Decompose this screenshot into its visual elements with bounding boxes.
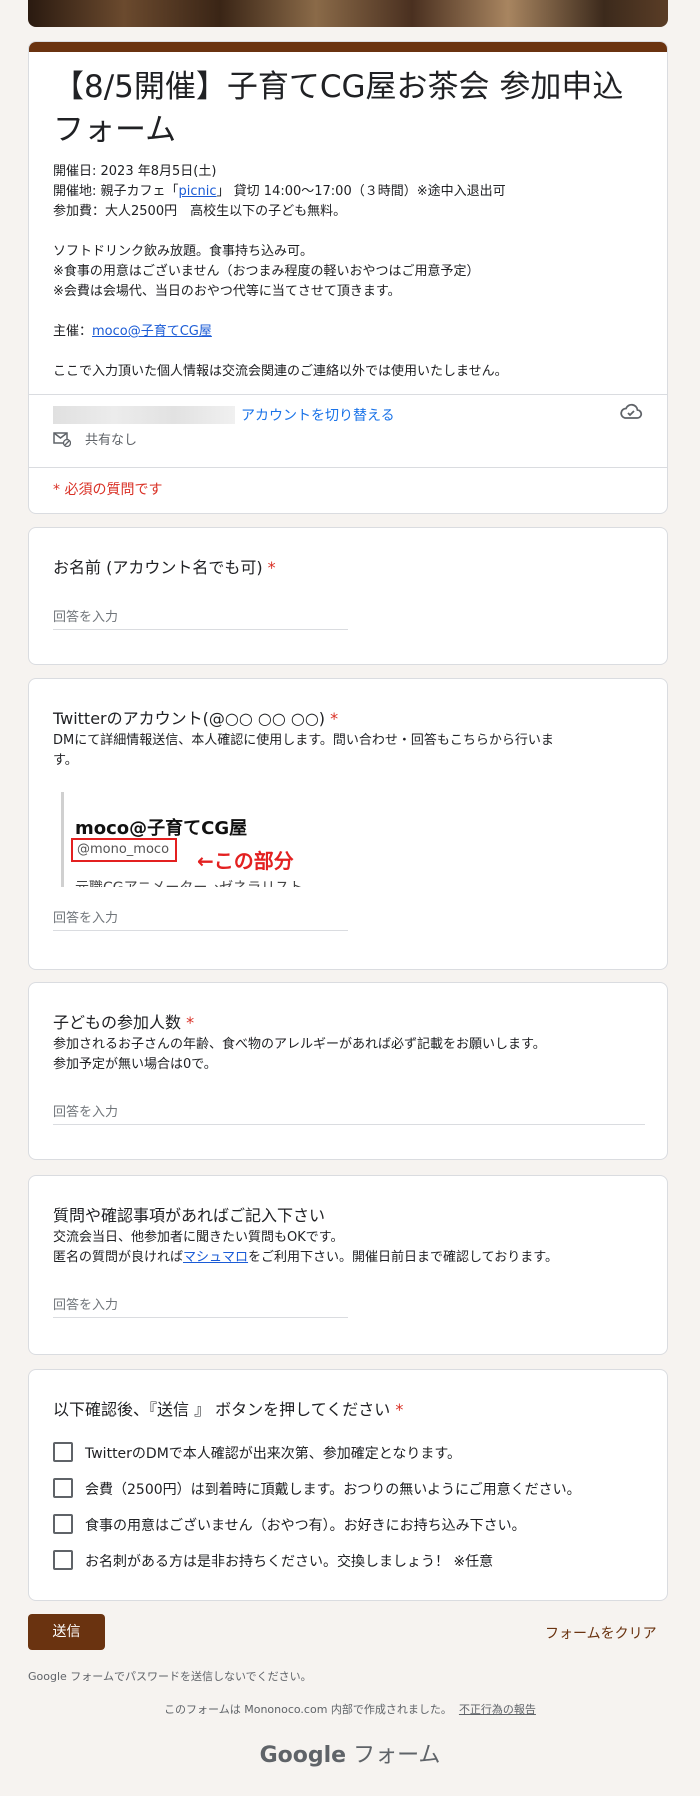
mail-not-shared-icon xyxy=(53,431,72,451)
image-handle-box: @mono_moco xyxy=(71,838,177,862)
answer-input-twitter[interactable]: 回答を入力 xyxy=(53,907,348,931)
password-warning: Google フォームでパスワードを送信しないでください。 xyxy=(28,1670,312,1683)
checkbox[interactable] xyxy=(53,1442,73,1462)
checkbox[interactable] xyxy=(53,1478,73,1498)
checkbox[interactable] xyxy=(53,1550,73,1570)
question-card-twitter: Twitterのアカウント(@○○ ○○ ○○) * DMにて詳細情報送信、本人… xyxy=(28,678,668,970)
made-with-note: このフォームは Mononoco.com 内部で作成されました。 不正行為の報告 xyxy=(164,1703,536,1716)
required-note: * 必須の質問です xyxy=(53,482,163,498)
question-card-questions: 質問や確認事項があればご記入下さい 交流会当日、他参加者に聞きたい質問もOKです… xyxy=(28,1175,668,1355)
organizer-link[interactable]: moco@子育てCG屋 xyxy=(92,324,212,339)
question-description: 交流会当日、他参加者に聞きたい質問もOKです。 匿名の質問が良ければマシュマロを… xyxy=(53,1230,558,1265)
cloud-saved-icon xyxy=(619,402,643,426)
share-status: 共有なし xyxy=(85,433,138,448)
image-profile-name: moco@子育てCG屋 xyxy=(75,818,248,839)
question-title: 子どもの参加人数 * xyxy=(53,1013,195,1032)
question-card-name: お名前 (アカウント名でも可) * 回答を入力 xyxy=(28,527,668,665)
switch-account-link[interactable]: アカウントを切り替える xyxy=(241,405,395,425)
header-banner-image xyxy=(28,0,668,27)
clear-form-button[interactable]: フォームをクリア xyxy=(545,1623,657,1643)
submit-button[interactable]: 送信 xyxy=(28,1614,105,1650)
form-description: 開催日: 2023 年8月5日(土) 開催地: 親子カフェ「picnic」 貸切… xyxy=(53,162,653,382)
image-bio-text: 元職CGアニメーター→ゼネラリスト xyxy=(75,877,303,887)
divider xyxy=(29,394,667,395)
question-card-children: 子どもの参加人数 * 参加されるお子さんの年齢、食べ物のアレルギーがあれば必ず記… xyxy=(28,982,668,1160)
question-description: DMにて詳細情報送信、本人確認に使用します。問い合わせ・回答もこちらから行いま … xyxy=(53,733,554,768)
desc-organizer: 主催：moco@子育てCG屋 xyxy=(53,324,212,339)
venue-link[interactable]: picnic xyxy=(179,184,217,199)
divider xyxy=(29,467,667,468)
account-email-blurred xyxy=(53,406,235,424)
desc-food-note: ※食事の用意はございません（おつまみ程度の軽いおやつはご用意予定） xyxy=(53,264,480,279)
question-title: 質問や確認事項があればご記入下さい xyxy=(53,1206,326,1225)
checkbox[interactable] xyxy=(53,1514,73,1534)
desc-date: 開催日: 2023 年8月5日(土) xyxy=(53,164,217,179)
marshmallow-link[interactable]: マシュマロ xyxy=(183,1250,248,1265)
desc-fee: 参加費：大人2500円 高校生以下の子ども無料。 xyxy=(53,204,347,219)
question-description: 参加されるお子さんの年齢、食べ物のアレルギーがあれば必ず記載をお願いします。 参… xyxy=(53,1037,546,1072)
form-title: 【8/5開催】子育てCG屋お茶会 参加申込フォーム xyxy=(53,69,624,148)
google-forms-logo[interactable]: Google フォーム xyxy=(0,1737,700,1769)
image-arrow-note: ←この部分 xyxy=(197,849,294,873)
answer-input-children[interactable]: 回答を入力 xyxy=(53,1101,645,1125)
desc-venue: 開催地: 親子カフェ「picnic」 貸切 14:00～17:00（３時間）※途… xyxy=(53,184,506,199)
answer-input-questions[interactable]: 回答を入力 xyxy=(53,1294,348,1318)
desc-privacy: ここで入力頂いた個人情報は交流会関連のご連絡以外では使用いたしません。 xyxy=(53,364,508,379)
form-header-card: 【8/5開催】子育てCG屋お茶会 参加申込フォーム 開催日: 2023 年8月5… xyxy=(28,41,668,514)
question-title: 以下確認後、『送信 』 ボタンを押してください * xyxy=(53,1400,404,1419)
question-card-confirm: 以下確認後、『送信 』 ボタンを押してください * TwitterのDMで本人確… xyxy=(28,1369,668,1601)
desc-fee-note: ※会費は会場代、当日のおやつ代等に当てさせて頂きます。 xyxy=(53,284,401,299)
report-abuse-link[interactable]: 不正行為の報告 xyxy=(459,1703,536,1716)
desc-drinks: ソフトドリンク飲み放題。食事持ち込み可。 xyxy=(53,244,314,259)
question-title: Twitterのアカウント(@○○ ○○ ○○) * xyxy=(53,709,339,728)
theme-accent-bar xyxy=(29,42,667,52)
answer-input-name[interactable]: 回答を入力 xyxy=(53,606,348,630)
question-title: お名前 (アカウント名でも可) * xyxy=(53,558,276,577)
